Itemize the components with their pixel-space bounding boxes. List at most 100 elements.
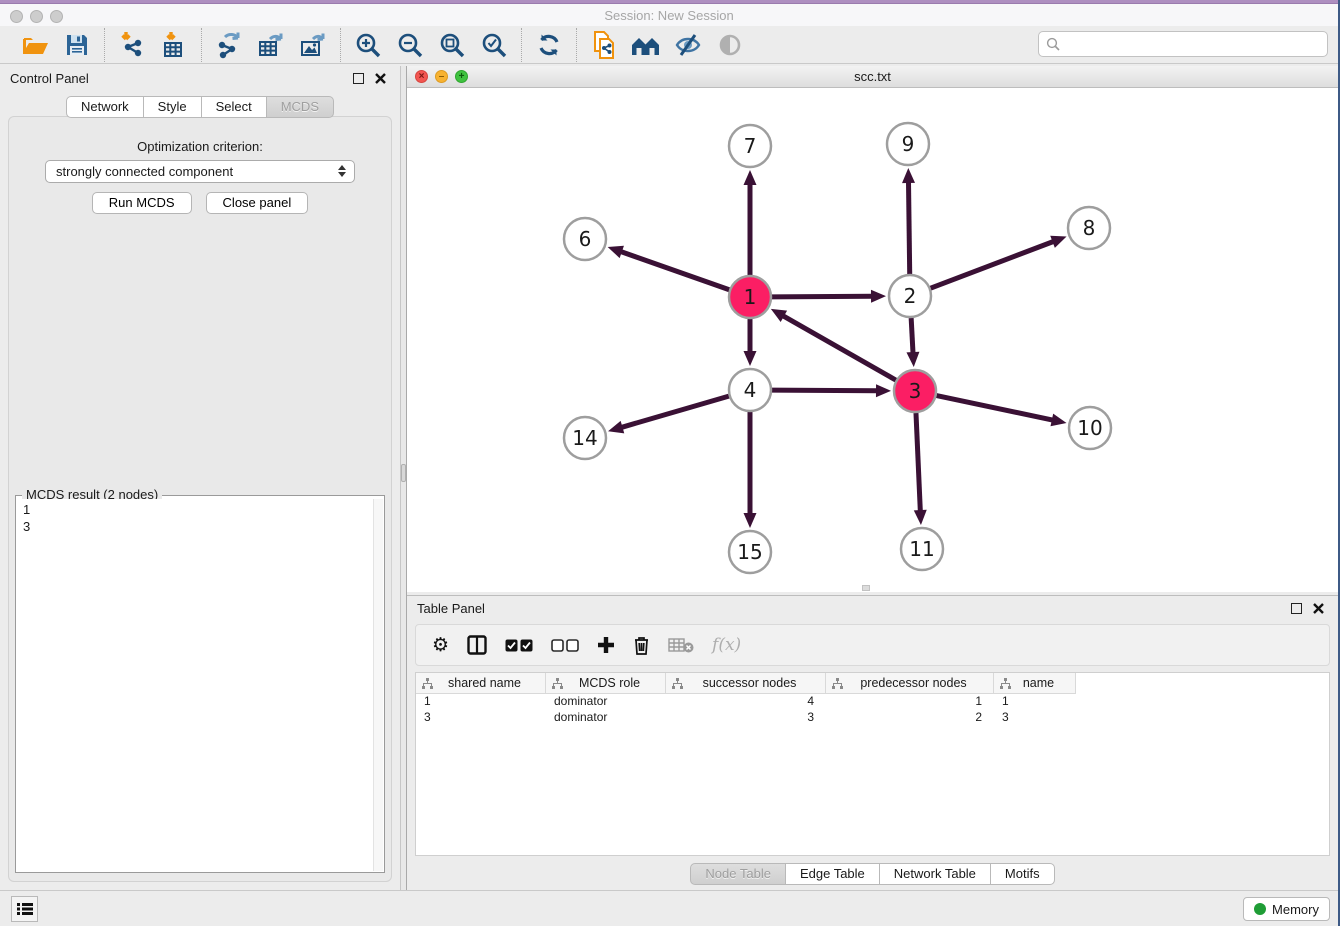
arrowhead-4-15 [744, 513, 757, 528]
cell-successor-nodes[interactable]: 4 [666, 694, 826, 710]
refresh-icon[interactable] [532, 29, 566, 61]
import-table-icon[interactable] [157, 29, 191, 61]
table-settings-icon[interactable]: ⚙ [432, 634, 449, 656]
table-row[interactable]: 3dominator323 [416, 710, 1329, 726]
cell-shared-name[interactable]: 1 [416, 694, 546, 710]
table-tab-motifs[interactable]: Motifs [990, 863, 1055, 885]
edge-2-3[interactable] [911, 318, 913, 354]
cell-predecessor-nodes[interactable]: 2 [826, 710, 994, 726]
run-mcds-button[interactable]: Run MCDS [92, 192, 192, 214]
export-table-icon[interactable] [254, 29, 288, 61]
control-panel-title: Control Panel [10, 71, 89, 86]
node-label-3: 3 [909, 379, 922, 403]
delete-table-icon[interactable] [668, 637, 694, 653]
task-history-button[interactable] [11, 896, 38, 922]
export-network-icon[interactable] [212, 29, 246, 61]
cell-MCDS-role[interactable]: dominator [546, 694, 666, 710]
attribute-icon [831, 678, 844, 689]
memory-button[interactable]: Memory [1243, 897, 1330, 921]
arrowhead-3-10 [1050, 414, 1066, 427]
arrowhead-2-8 [1050, 236, 1066, 248]
criterion-dropdown[interactable]: strongly connected component [45, 160, 355, 183]
cell-MCDS-role[interactable]: dominator [546, 710, 666, 726]
deselect-all-icon[interactable] [551, 639, 579, 652]
table-tab-node-table[interactable]: Node Table [690, 863, 786, 885]
header-filler [1076, 673, 1329, 694]
column-header-predecessor-nodes[interactable]: predecessor nodes [826, 673, 994, 694]
vertical-splitter[interactable] [400, 66, 407, 890]
clone-network-icon[interactable] [587, 29, 621, 61]
arrowhead-1-7 [744, 170, 757, 185]
arrowhead-3-11 [914, 510, 927, 525]
control-panel-header: Control Panel [0, 66, 400, 92]
cell-successor-nodes[interactable]: 3 [666, 710, 826, 726]
network-titlebar: × – + scc.txt [407, 66, 1338, 88]
cell-name[interactable]: 3 [994, 710, 1076, 726]
table-tabs: Node TableEdge TableNetwork TableMotifs [407, 863, 1338, 885]
canvas-grip[interactable] [862, 585, 870, 591]
node-label-7: 7 [744, 134, 757, 158]
edge-3-10[interactable] [937, 396, 1054, 421]
zoom-selected-icon[interactable] [477, 29, 511, 61]
mcds-result-group: MCDS result (2 nodes) 1 3 [15, 495, 385, 873]
edge-1-2[interactable] [772, 296, 873, 297]
open-session-icon[interactable] [18, 29, 52, 61]
tab-network[interactable]: Network [66, 96, 144, 118]
delete-column-icon[interactable] [633, 635, 650, 655]
edge-1-6[interactable] [620, 251, 729, 289]
edge-4-14[interactable] [621, 396, 729, 428]
splitter-grip[interactable] [401, 464, 406, 482]
titlebar: Session: New Session [0, 4, 1338, 26]
column-header-successor-nodes[interactable]: successor nodes [666, 673, 826, 694]
close-table-panel-icon[interactable] [1312, 602, 1325, 615]
node-label-9: 9 [902, 132, 915, 156]
search-icon [1046, 37, 1060, 51]
attribute-icon [999, 678, 1012, 689]
float-panel-icon[interactable] [353, 73, 364, 84]
column-header-name[interactable]: name [994, 673, 1076, 694]
zoom-fit-icon[interactable] [435, 29, 469, 61]
tab-style[interactable]: Style [143, 96, 202, 118]
table-panel: Table Panel ⚙ f(x) shared nameMCDS roles… [407, 595, 1338, 890]
column-layout-icon[interactable] [467, 635, 487, 655]
edge-2-9[interactable] [908, 181, 909, 274]
export-image-icon[interactable] [296, 29, 330, 61]
table-tab-edge-table[interactable]: Edge Table [785, 863, 880, 885]
show-all-icon[interactable] [713, 29, 747, 61]
import-network-icon[interactable] [115, 29, 149, 61]
add-column-icon[interactable] [597, 636, 615, 654]
tab-select[interactable]: Select [201, 96, 267, 118]
result-scrollbar[interactable] [373, 499, 383, 871]
close-panel-button[interactable]: Close panel [206, 192, 309, 214]
table-row[interactable]: 1dominator411 [416, 694, 1329, 710]
main-toolbar [0, 26, 1338, 64]
node-table[interactable]: shared nameMCDS rolesuccessor nodesprede… [415, 672, 1330, 856]
network-canvas[interactable]: 1234678910111415 [407, 88, 1338, 592]
edge-3-11[interactable] [916, 413, 920, 512]
arrowhead-1-6 [608, 246, 624, 258]
tab-mcds[interactable]: MCDS [266, 96, 334, 118]
select-all-icon[interactable] [505, 639, 533, 652]
float-table-panel-icon[interactable] [1291, 603, 1302, 614]
hide-selected-icon[interactable] [671, 29, 705, 61]
cell-name[interactable]: 1 [994, 694, 1076, 710]
column-header-MCDS-role[interactable]: MCDS role [546, 673, 666, 694]
save-session-icon[interactable] [60, 29, 94, 61]
column-header-shared-name[interactable]: shared name [416, 673, 546, 694]
edge-4-3[interactable] [772, 390, 878, 391]
zoom-out-icon[interactable] [393, 29, 427, 61]
close-panel-icon[interactable] [374, 72, 387, 85]
cell-predecessor-nodes[interactable]: 1 [826, 694, 994, 710]
table-tab-network-table[interactable]: Network Table [879, 863, 991, 885]
search-input[interactable] [1060, 34, 1327, 54]
first-neighbors-icon[interactable] [629, 29, 663, 61]
search-field[interactable] [1038, 31, 1328, 57]
attribute-icon [551, 678, 564, 689]
table-panel-title: Table Panel [417, 601, 485, 616]
edge-3-1[interactable] [782, 315, 896, 380]
mcds-result-text[interactable]: 1 3 [17, 499, 372, 871]
cell-shared-name[interactable]: 3 [416, 710, 546, 726]
zoom-in-icon[interactable] [351, 29, 385, 61]
network-graph: 1234678910111415 [407, 88, 1338, 592]
edge-2-8[interactable] [931, 241, 1055, 288]
